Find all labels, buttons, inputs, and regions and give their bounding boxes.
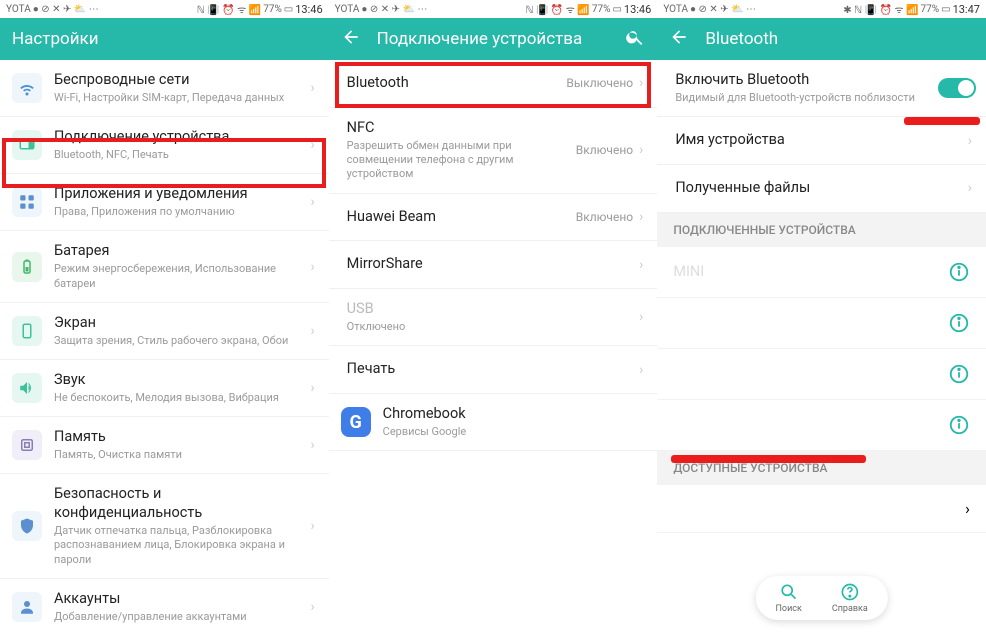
- chevron-right-icon: ›: [310, 194, 314, 210]
- item-display[interactable]: ЭкранЗащита зрения, Стиль рабочего экран…: [0, 303, 329, 360]
- chevron-right-icon: ›: [310, 437, 314, 453]
- highlight-mark: [904, 117, 980, 125]
- item-usb: USBОтключено ›: [329, 289, 658, 346]
- available-device[interactable]: ›: [657, 485, 986, 533]
- item-bluetooth[interactable]: Bluetooth Выключено ›: [329, 60, 658, 108]
- paired-device[interactable]: [657, 298, 986, 349]
- chevron-right-icon: ›: [639, 362, 643, 378]
- item-received-files[interactable]: Полученные файлы ›: [657, 165, 986, 213]
- status-bar: YOTA ● ⊘ ✕ ✈ ⛅ ⋯ ✱ ℕ 📳 ⏰ ᯤ 📶 77% ▭ 13:47: [657, 0, 986, 18]
- info-icon[interactable]: [948, 363, 970, 385]
- status-bar: YOTA ● ⊘ ✕ ✈ ⛅ ⋯ ℕ 📳 ⏰ ᯤ 📶 77% ▭ 13:46: [0, 0, 329, 18]
- google-icon: G: [341, 407, 371, 437]
- settings-screen: YOTA ● ⊘ ✕ ✈ ⛅ ⋯ ℕ 📳 ⏰ ᯤ 📶 77% ▭ 13:46 Н…: [0, 0, 329, 632]
- info-icon[interactable]: [948, 312, 970, 334]
- chevron-right-icon: ›: [639, 75, 643, 91]
- bluetooth-toggle[interactable]: [938, 78, 976, 98]
- item-sound[interactable]: ЗвукНе беспокоить, Мелодия вызова, Вибра…: [0, 360, 329, 417]
- paired-device[interactable]: [657, 400, 986, 451]
- info-icon[interactable]: [948, 261, 970, 283]
- chevron-right-icon: ›: [968, 133, 972, 149]
- status-bar: YOTA ● ⊘ ✕ ✈ ⛅ ⋯ ℕ 📳 ⏰ ᯤ 📶 77% ▭ 13:46: [329, 0, 658, 18]
- chevron-right-icon: ›: [310, 259, 314, 275]
- user-icon: [12, 592, 42, 622]
- section-paired: ПОДКЛЮЧЕННЫЕ УСТРОЙСТВА: [657, 213, 986, 247]
- bluetooth-screen: YOTA ● ⊘ ✕ ✈ ⛅ ⋯ ✱ ℕ 📳 ⏰ ᯤ 📶 77% ▭ 13:47…: [657, 0, 986, 632]
- item-wifi[interactable]: Беспроводные сетиWi-Fi, Настройки SIM-ка…: [0, 60, 329, 117]
- display-icon: [12, 316, 42, 346]
- wifi-icon: [12, 73, 42, 103]
- apps-icon: [12, 187, 42, 217]
- chevron-right-icon: ›: [639, 257, 643, 273]
- header: Настройки: [0, 18, 329, 60]
- shield-icon: [12, 511, 42, 541]
- bluetooth-list: Включить BluetoothВидимый для Bluetooth-…: [657, 60, 986, 632]
- item-print[interactable]: Печать ›: [329, 346, 658, 394]
- back-button[interactable]: [669, 27, 689, 51]
- item-nfc[interactable]: NFCРазрешить обмен данными при совмещени…: [329, 108, 658, 194]
- highlight-mark: [671, 455, 866, 463]
- memory-icon: [12, 430, 42, 460]
- device-icon: [12, 130, 42, 160]
- search-button[interactable]: Поиск: [776, 582, 802, 614]
- item-chromebook[interactable]: G ChromebookСервисы Google: [329, 394, 658, 451]
- page-title: Настройки: [12, 29, 317, 49]
- chevron-right-icon: ›: [965, 499, 970, 518]
- item-memory[interactable]: ПамятьПамять, Очистка памяти ›: [0, 417, 329, 474]
- chevron-right-icon: ›: [639, 309, 643, 325]
- paired-device[interactable]: MINI: [657, 247, 986, 298]
- item-battery[interactable]: БатареяРежим энергосбережения, Использов…: [0, 231, 329, 302]
- help-button[interactable]: Справка: [832, 582, 868, 614]
- item-apps[interactable]: Приложения и уведомленияПрава, Приложени…: [0, 174, 329, 231]
- back-button[interactable]: [341, 27, 361, 51]
- item-huawei-beam[interactable]: Huawei Beam Включено ›: [329, 194, 658, 242]
- item-enable-bluetooth[interactable]: Включить BluetoothВидимый для Bluetooth-…: [657, 60, 986, 117]
- header: Bluetooth: [657, 18, 986, 60]
- info-icon[interactable]: [948, 414, 970, 436]
- item-device-connection[interactable]: Подключение устройстваBluetooth, NFC, Пе…: [0, 117, 329, 174]
- header: Подключение устройства: [329, 18, 658, 60]
- chevron-right-icon: ›: [310, 80, 314, 96]
- chevron-right-icon: ›: [310, 599, 314, 615]
- chevron-right-icon: ›: [639, 209, 643, 225]
- sound-icon: [12, 373, 42, 403]
- chevron-right-icon: ›: [310, 137, 314, 153]
- chevron-right-icon: ›: [310, 323, 314, 339]
- page-title: Bluetooth: [705, 29, 974, 49]
- search-button[interactable]: [625, 27, 645, 51]
- item-mirrorshare[interactable]: MirrorShare ›: [329, 241, 658, 289]
- chevron-right-icon: ›: [310, 380, 314, 396]
- bottom-bar: Поиск Справка: [756, 576, 888, 620]
- battery-icon: [12, 252, 42, 282]
- page-title: Подключение устройства: [377, 29, 610, 49]
- settings-list: Беспроводные сетиWi-Fi, Настройки SIM-ка…: [0, 60, 329, 632]
- device-connection-screen: YOTA ● ⊘ ✕ ✈ ⛅ ⋯ ℕ 📳 ⏰ ᯤ 📶 77% ▭ 13:46 П…: [329, 0, 658, 632]
- item-security[interactable]: Безопасность и конфиденциальностьДатчик …: [0, 474, 329, 579]
- chevron-right-icon: ›: [639, 142, 643, 158]
- connection-list: Bluetooth Выключено › NFCРазрешить обмен…: [329, 60, 658, 632]
- chevron-right-icon: ›: [310, 518, 314, 534]
- paired-device[interactable]: [657, 349, 986, 400]
- chevron-right-icon: ›: [968, 180, 972, 196]
- item-accounts[interactable]: АккаунтыДобавление/управление аккаунтами…: [0, 579, 329, 632]
